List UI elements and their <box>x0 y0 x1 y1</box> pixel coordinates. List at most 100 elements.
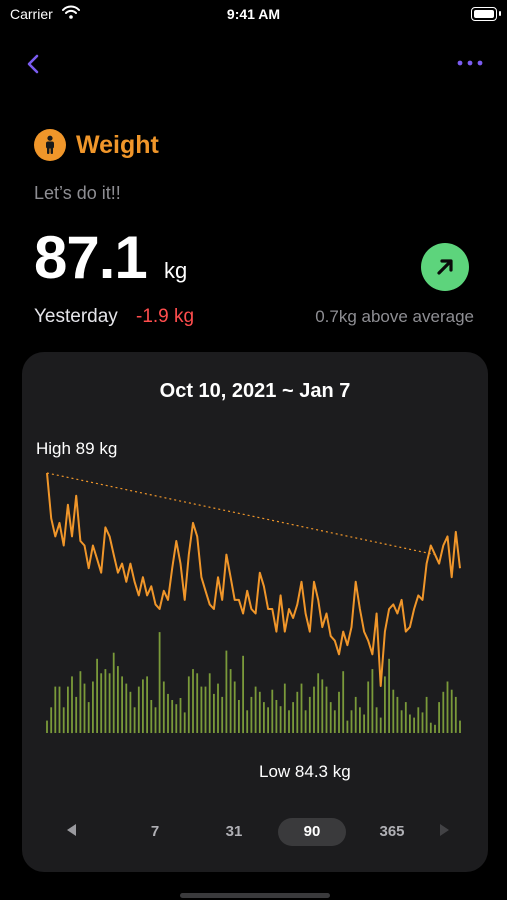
activity-bar <box>325 686 328 733</box>
activity-bar <box>62 707 65 734</box>
activity-bar <box>67 686 69 733</box>
activity-bar <box>112 652 115 733</box>
activity-bar <box>129 691 132 733</box>
activity-bar <box>200 686 203 733</box>
page-title: Weight <box>76 130 159 159</box>
activity-bar <box>459 720 461 733</box>
previous-period-icon[interactable] <box>62 820 82 840</box>
arrow-up-right-icon <box>437 259 453 275</box>
activity-bar <box>384 676 386 734</box>
activity-bar <box>346 720 349 733</box>
activity-bar <box>429 722 432 733</box>
activity-bar <box>133 707 136 734</box>
activity-bar <box>104 669 107 733</box>
weight-line <box>46 472 461 687</box>
activity-bar <box>150 700 153 733</box>
activity-bar <box>100 673 103 733</box>
activity-bar <box>317 673 320 733</box>
trend-badge <box>421 243 469 291</box>
period-option-365[interactable]: 365 <box>368 818 416 846</box>
activity-bar <box>300 683 303 733</box>
activity-bar <box>442 691 445 733</box>
activity-bar <box>275 700 278 733</box>
activity-bar <box>350 710 353 733</box>
activity-bar <box>409 714 411 733</box>
battery-icon <box>471 7 501 21</box>
activity-bar <box>254 686 257 733</box>
status-bar: Carrier 9:41 AM <box>0 0 507 30</box>
activity-bar <box>125 683 128 733</box>
activity-bar <box>308 696 311 733</box>
weight-chart: High 89 kg Low 84.3 kg <box>36 439 461 781</box>
activity-bar <box>388 658 390 733</box>
period-option-90[interactable]: 90 <box>278 818 346 846</box>
activity-bar <box>363 714 365 733</box>
activity-bar <box>108 673 111 733</box>
activity-bar <box>367 681 370 733</box>
navigation-bar <box>0 40 507 84</box>
activity-bar <box>92 681 94 733</box>
activity-bar <box>221 696 224 733</box>
activity-bar <box>58 686 61 733</box>
period-option-7[interactable]: 7 <box>135 818 175 846</box>
page-header: Weight <box>34 128 159 162</box>
activity-bar <box>329 702 332 733</box>
yesterday-delta: -1.9 kg <box>136 306 195 327</box>
activity-bar <box>250 696 253 733</box>
activity-bar <box>450 689 453 733</box>
activity-bar <box>283 683 286 733</box>
activity-bar <box>263 702 265 733</box>
activity-bar <box>229 669 232 733</box>
activity-bar <box>396 696 399 733</box>
activity-bar <box>71 676 73 734</box>
activity-bar <box>137 686 140 733</box>
activity-bar <box>446 681 449 733</box>
back-chevron-icon[interactable] <box>20 50 48 78</box>
activity-bar <box>246 710 249 733</box>
activity-bar <box>196 673 199 733</box>
activity-bar <box>304 710 307 733</box>
activity-bar <box>321 679 324 733</box>
activity-bar <box>354 696 357 733</box>
activity-bar <box>413 717 415 733</box>
activity-bar <box>417 707 420 734</box>
activity-bar <box>400 710 403 733</box>
activity-bar <box>434 724 436 733</box>
activity-bar <box>75 696 78 733</box>
activity-bar <box>50 707 53 734</box>
period-selector: 7 31 90 365 <box>40 814 470 848</box>
more-options-icon[interactable] <box>455 56 485 70</box>
activity-bar <box>46 720 48 733</box>
activity-bar <box>192 669 194 733</box>
activity-bar <box>271 689 274 733</box>
activity-bar <box>183 712 186 733</box>
activity-bar <box>83 683 86 733</box>
period-option-31[interactable]: 31 <box>212 818 256 846</box>
activity-bar <box>258 691 261 733</box>
activity-bar <box>288 710 290 733</box>
activity-bar <box>96 658 98 733</box>
activity-bar <box>313 686 315 733</box>
activity-bar <box>438 702 440 733</box>
activity-bar <box>454 696 457 733</box>
next-period-icon[interactable] <box>434 820 454 840</box>
activity-bar <box>279 706 282 733</box>
activity-bar <box>217 683 219 733</box>
activity-bar <box>162 681 165 733</box>
activity-bar <box>158 632 161 733</box>
home-indicator[interactable] <box>180 893 330 898</box>
activity-bar <box>359 707 361 734</box>
activity-bar <box>167 693 169 733</box>
activity-bar <box>121 676 123 734</box>
activity-bar <box>342 671 345 733</box>
person-icon <box>34 129 66 161</box>
yesterday-label: Yesterday <box>34 306 118 327</box>
activity-bar <box>142 679 144 733</box>
activity-bar <box>233 681 236 733</box>
current-weight-value: 87.1 <box>34 224 148 291</box>
activity-bar <box>54 686 57 733</box>
activity-bar <box>338 691 340 733</box>
activity-bar <box>146 676 148 734</box>
status-time: 9:41 AM <box>226 6 281 22</box>
activity-bar <box>238 700 240 733</box>
